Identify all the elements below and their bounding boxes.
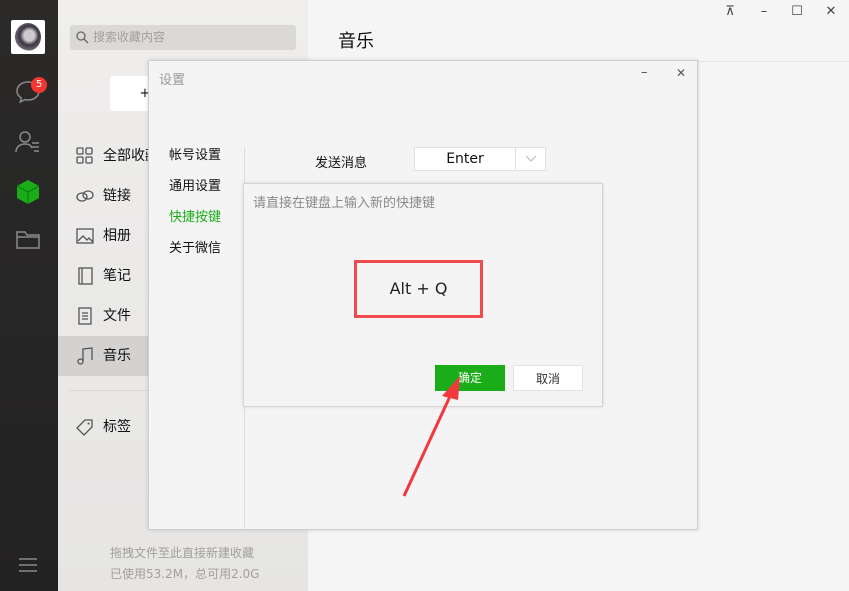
select-value: Enter bbox=[415, 148, 515, 170]
drag-hint: 拖拽文件至此直接新建收藏 bbox=[110, 544, 254, 561]
nav-label: 相册 bbox=[103, 228, 131, 244]
search-input[interactable]: 搜索收藏内容 bbox=[70, 25, 296, 50]
shortcut-key-display: Alt + Q bbox=[354, 260, 483, 318]
notebook-icon bbox=[76, 267, 94, 285]
unread-badge: 5 bbox=[31, 77, 47, 93]
tag-icon bbox=[76, 418, 94, 436]
nav-label: 笔记 bbox=[103, 268, 131, 284]
chevron-down-icon bbox=[525, 155, 537, 163]
dialog-title: 设置 bbox=[159, 69, 185, 88]
minimize-button[interactable]: – bbox=[754, 4, 774, 19]
nav-label: 音乐 bbox=[103, 348, 131, 364]
favorites-cube-icon[interactable] bbox=[14, 178, 42, 206]
pin-button[interactable]: ⊼ bbox=[720, 4, 740, 19]
left-rail: 5 bbox=[0, 0, 58, 591]
send-message-label: 发送消息 bbox=[315, 152, 367, 171]
link-icon bbox=[76, 187, 94, 205]
page-title: 音乐 bbox=[338, 27, 374, 53]
search-icon bbox=[76, 31, 89, 44]
music-note-icon bbox=[76, 347, 94, 365]
send-message-select[interactable]: Enter bbox=[414, 147, 546, 171]
menu-icon[interactable] bbox=[14, 551, 42, 579]
settings-nav-shortcuts[interactable]: 快捷按键 bbox=[169, 206, 221, 225]
storage-usage: 已使用53.2M，总可用2.0G bbox=[110, 565, 259, 582]
cancel-button[interactable]: 取消 bbox=[513, 365, 583, 391]
settings-nav-about[interactable]: 关于微信 bbox=[169, 237, 221, 256]
dialog-close-button[interactable]: ✕ bbox=[676, 66, 686, 80]
nav-label: 文件 bbox=[103, 308, 131, 324]
contacts-icon[interactable] bbox=[14, 128, 42, 156]
file-icon bbox=[76, 307, 94, 325]
grid-icon bbox=[76, 147, 94, 165]
settings-nav-general[interactable]: 通用设置 bbox=[169, 175, 221, 194]
avatar[interactable] bbox=[11, 20, 45, 54]
shortcut-input-dialog: 请直接在键盘上输入新的快捷键 Alt + Q 确定 取消 bbox=[243, 183, 603, 407]
folder-icon[interactable] bbox=[14, 226, 42, 254]
close-button[interactable]: ✕ bbox=[821, 4, 841, 19]
nav-label: 标签 bbox=[103, 419, 131, 435]
nav-label: 链接 bbox=[103, 188, 131, 204]
maximize-button[interactable]: ☐ bbox=[787, 4, 807, 19]
settings-nav-account[interactable]: 帐号设置 bbox=[169, 144, 221, 163]
confirm-button[interactable]: 确定 bbox=[435, 365, 505, 391]
dialog-minimize-button[interactable]: – bbox=[641, 65, 648, 80]
shortcut-prompt: 请直接在键盘上输入新的快捷键 bbox=[253, 192, 435, 211]
image-icon bbox=[76, 227, 94, 245]
